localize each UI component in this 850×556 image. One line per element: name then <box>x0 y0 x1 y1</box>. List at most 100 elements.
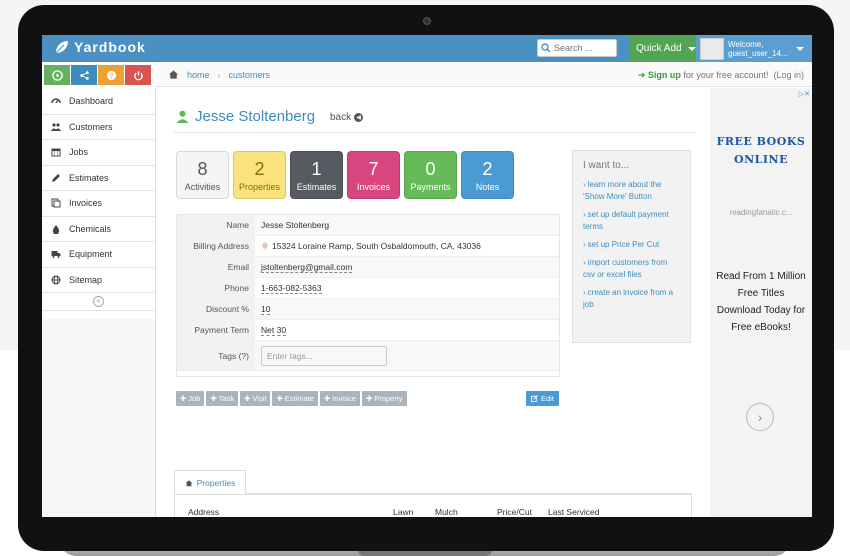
count-number: 7 <box>368 158 379 179</box>
user-name: guest_user_14... <box>728 48 788 58</box>
power-button[interactable] <box>125 65 151 85</box>
count-label: Notes <box>475 181 500 192</box>
user-menu[interactable]: Welcome, guest_user_14... <box>696 35 812 62</box>
home-icon <box>185 479 192 486</box>
dashboard-shortcut-button[interactable] <box>44 65 70 85</box>
signup-link[interactable]: Sign up <box>648 70 681 80</box>
detail-label: Phone <box>177 278 255 298</box>
power-icon <box>133 70 143 80</box>
edit-icon <box>531 395 538 402</box>
tags-input[interactable]: Enter tags... <box>261 345 387 366</box>
add-estimate-button[interactable]: ✚ Estimate <box>272 391 318 406</box>
help-link[interactable]: › set up default payment terms <box>583 209 680 233</box>
add-property-button[interactable]: ✚ Property <box>362 391 407 406</box>
action-label: Property <box>374 394 403 403</box>
search-box[interactable] <box>537 39 617 57</box>
edit-button[interactable]: Edit <box>526 391 559 406</box>
count-label: Payments <box>410 181 451 192</box>
sidebar-item-invoices[interactable]: Invoices <box>42 191 155 217</box>
search-input[interactable] <box>554 43 616 53</box>
count-tile-notes[interactable]: 2 Notes <box>461 151 514 199</box>
action-buttons: ✚ Job ✚ Task ✚ Visit ✚ Estimate ✚ Invoice ✚ Propert… <box>176 391 407 406</box>
detail-label: Tags (?) <box>177 341 255 370</box>
billing-address[interactable]: 15324 Loraine Ramp, South Osbaldomouth, … <box>272 241 481 251</box>
avatar <box>700 37 724 60</box>
sidebar-item-sitemap[interactable]: Sitemap <box>42 268 155 293</box>
phone-value[interactable]: 1-663-082-5363 <box>261 283 322 294</box>
ad-site: readingfanatic.c... <box>729 208 793 217</box>
help-link[interactable]: › learn more about the 'Show More' Button <box>583 179 680 203</box>
help-link-label: learn more about the 'Show More' Button <box>583 180 662 201</box>
detail-label: Billing Address <box>177 236 255 256</box>
count-tile-activities[interactable]: 8 Activities <box>176 151 229 199</box>
detail-label: Name <box>177 215 255 235</box>
help-link[interactable]: › set up Price Per Cut <box>583 239 680 251</box>
plus-icon: ✚ <box>210 394 217 403</box>
count-tile-invoices[interactable]: 7 Invoices <box>347 151 400 199</box>
add-job-button[interactable]: ✚ Job <box>176 391 205 406</box>
home-icon[interactable] <box>168 69 179 80</box>
title-divider <box>174 132 696 133</box>
detail-row-term: Payment Term Net 30 <box>177 320 559 341</box>
detail-value: 15324 Loraine Ramp, South Osbaldomouth, … <box>255 241 481 251</box>
count-tile-estimates[interactable]: 1 Estimates <box>290 151 343 199</box>
sidebar-item-dashboard[interactable]: Dashboard <box>42 89 155 115</box>
add-visit-button[interactable]: ✚ Visit <box>240 391 271 406</box>
plus-icon: ✚ <box>276 394 283 403</box>
tab-properties[interactable]: Properties <box>174 470 246 494</box>
count-number: 2 <box>254 158 265 179</box>
sidebar-item-label: Sitemap <box>69 274 103 285</box>
column-lawn-size: Lawn Size <box>393 507 414 517</box>
advertisement[interactable]: ▷✕ FREE BOOKS ONLINE readingfanatic.c...… <box>710 88 812 517</box>
breadcrumb-home[interactable]: home <box>187 70 210 80</box>
adchoices-icon[interactable]: ▷✕ <box>799 90 810 98</box>
detail-value: Enter tags... <box>255 345 387 366</box>
edit-label: Edit <box>541 394 554 403</box>
customer-name: Jesse Stoltenberg <box>195 108 316 125</box>
plus-icon: ✚ <box>180 394 187 403</box>
main-content: Jesse Stoltenberg back ◀ 8 Activities 2 Pro… <box>156 88 696 517</box>
sidebar-item-customers[interactable]: Customers <box>42 115 155 140</box>
term-value[interactable]: Net 30 <box>261 325 287 336</box>
sidebar-item-estimates[interactable]: Estimates <box>42 166 155 191</box>
sidebar-item-chemicals[interactable]: Chemicals <box>42 217 155 242</box>
detail-row-name: Name Jesse Stoltenberg <box>177 215 559 236</box>
chevron-right-icon: › <box>583 240 586 249</box>
back-link[interactable]: back ◀ <box>330 112 364 123</box>
count-label: Properties <box>238 181 281 192</box>
ad-body: Read From 1 Million Free Titles Download… <box>716 271 806 333</box>
plus-icon: ✚ <box>366 394 373 403</box>
email-value[interactable]: jstoltenberg@gmail.com <box>261 262 353 273</box>
count-tile-payments[interactable]: 0 Payments <box>404 151 457 199</box>
user-text: Welcome, guest_user_14... <box>728 40 788 58</box>
plus-icon: ✚ <box>244 394 251 403</box>
discount-value[interactable]: 10 <box>261 304 271 315</box>
share-button[interactable] <box>71 65 97 85</box>
detail-label: Payment Term <box>177 320 255 340</box>
help-button[interactable]: ? <box>98 65 124 85</box>
sidebar-item-equipment[interactable]: Equipment <box>42 242 155 268</box>
logo[interactable]: Yardbook <box>54 39 146 55</box>
count-tile-properties[interactable]: 2 Properties <box>233 151 286 199</box>
help-link[interactable]: › import customers from csv or excel file… <box>583 257 680 281</box>
calendar-icon <box>51 148 61 157</box>
sidebar-collapse-button[interactable]: « <box>42 293 155 311</box>
signup-text: for your free account! <box>683 70 769 80</box>
top-bar: Yardbook Quick Add Welcome, guest_user_1… <box>42 35 812 62</box>
login-link[interactable]: (Log in) <box>773 70 804 80</box>
sidebar-item-jobs[interactable]: Jobs <box>42 140 155 166</box>
pencil-icon <box>52 173 60 182</box>
properties-panel: Address Lawn Size Mulch Quantity Price/C… <box>174 494 692 517</box>
count-label: Invoices <box>356 181 391 192</box>
chevron-right-icon: › <box>583 258 586 267</box>
dashboard-icon <box>51 98 61 104</box>
chevron-right-icon[interactable]: › <box>746 403 774 431</box>
help-link[interactable]: › create an invoice from a job <box>583 287 680 311</box>
add-invoice-button[interactable]: ✚ Invoice <box>319 391 360 406</box>
breadcrumb-customers[interactable]: customers <box>229 70 271 80</box>
detail-label: Email <box>177 257 255 277</box>
detail-row-phone: Phone 1-663-082-5363 <box>177 278 559 299</box>
add-task-button[interactable]: ✚ Task <box>206 391 239 406</box>
quick-add-button[interactable]: Quick Add <box>630 35 696 62</box>
plus-icon: ✚ <box>323 394 331 403</box>
